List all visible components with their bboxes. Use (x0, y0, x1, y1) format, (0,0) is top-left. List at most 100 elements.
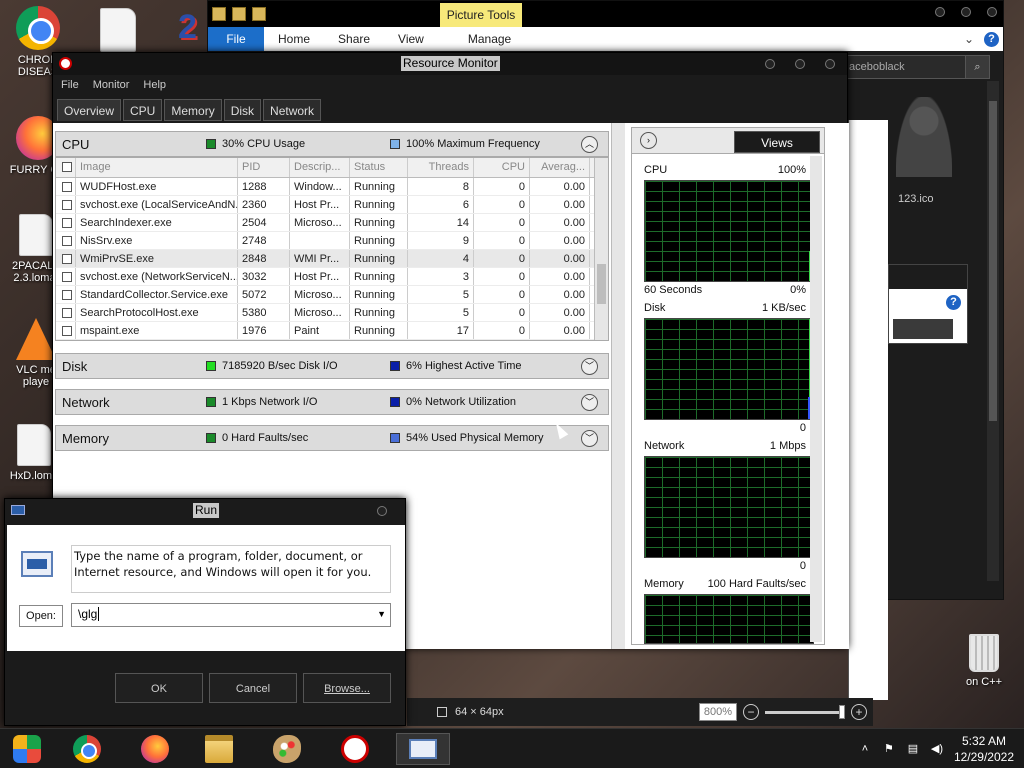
search-icon[interactable]: ⌕ (965, 56, 989, 78)
table-row[interactable]: svchost.exe (LocalServiceAndN... 2360 Host… (56, 196, 608, 214)
app-icon[interactable]: 2 (178, 8, 208, 52)
search-input[interactable]: aceboblack ⌕ (844, 55, 990, 79)
taskbar-run[interactable] (396, 733, 450, 765)
chevron-right-icon[interactable]: › (640, 132, 657, 149)
cell-status: Running (350, 268, 408, 285)
cancel-button[interactable]: Cancel (209, 673, 297, 703)
search-input[interactable] (893, 319, 953, 339)
browse-button[interactable]: Browse... (303, 673, 391, 703)
select-all-checkbox[interactable] (62, 162, 72, 172)
image-thumbnail[interactable] (896, 97, 952, 177)
tab-cpu[interactable]: CPU (123, 99, 163, 121)
chevron-down-icon[interactable]: ﹀ (581, 358, 598, 375)
close-button[interactable] (825, 59, 835, 69)
folder-icon[interactable] (212, 7, 226, 21)
tab-overview[interactable]: Overview (57, 99, 122, 121)
close-button[interactable] (987, 7, 997, 17)
column-average[interactable]: Averag... (530, 158, 590, 177)
chevron-down-icon[interactable]: ⌄ (964, 32, 974, 46)
minimize-button[interactable] (935, 7, 945, 17)
table-row[interactable]: mspaint.exe 1976 Paint Running 17 0 0.00 (56, 322, 608, 340)
row-checkbox[interactable] (62, 326, 72, 336)
window-title: Resource Monitor (401, 56, 500, 71)
cpu-section-header[interactable]: CPU 30% CPU Usage 100% Maximum Frequency… (55, 131, 609, 157)
tab-view[interactable]: View (384, 27, 438, 51)
column-threads[interactable]: Threads (408, 158, 474, 177)
row-checkbox[interactable] (62, 218, 72, 228)
scrollbar-thumb[interactable] (597, 264, 606, 304)
help-icon[interactable]: ? (946, 295, 961, 310)
table-scrollbar[interactable] (594, 158, 608, 340)
column-cpu[interactable]: CPU (474, 158, 530, 177)
scrollbar[interactable] (987, 81, 999, 581)
tab-disk[interactable]: Disk (223, 99, 262, 121)
row-checkbox[interactable] (62, 236, 72, 246)
document-icon[interactable] (100, 8, 136, 52)
taskbar-resource-monitor[interactable] (328, 733, 382, 765)
graphs-scrollbar[interactable] (810, 156, 822, 642)
ok-button[interactable]: OK (115, 673, 203, 703)
column-pid[interactable]: PID (238, 158, 290, 177)
close-button[interactable] (377, 506, 387, 516)
taskbar-paint[interactable] (260, 733, 314, 765)
taskbar-file-explorer[interactable] (192, 733, 246, 765)
minimize-button[interactable] (765, 59, 775, 69)
table-row[interactable]: SearchProtocolHost.exe 5380 Microso... Runn… (56, 304, 608, 322)
scrollbar-thumb[interactable] (989, 101, 997, 421)
tab-manage[interactable]: Manage (454, 27, 525, 51)
open-input[interactable]: \glg ▼ (71, 603, 391, 627)
new-folder-icon[interactable] (252, 7, 266, 21)
zoom-in-button[interactable]: + (851, 704, 867, 720)
views-button[interactable]: Views (734, 131, 820, 153)
dropdown-arrow-icon[interactable]: ▼ (377, 609, 386, 619)
chevron-down-icon[interactable]: ﹀ (581, 394, 598, 411)
tab-file[interactable]: File (208, 27, 264, 51)
tab-memory[interactable]: Memory (164, 99, 222, 121)
pane-scrollbar[interactable] (611, 123, 625, 649)
row-checkbox[interactable] (62, 290, 72, 300)
taskbar-chrome[interactable] (60, 733, 114, 765)
maximize-button[interactable] (795, 59, 805, 69)
table-row[interactable]: SearchIndexer.exe 2504 Microso... Running 14… (56, 214, 608, 232)
zoom-out-button[interactable]: − (743, 704, 759, 720)
row-checkbox[interactable] (62, 272, 72, 282)
tab-share[interactable]: Share (324, 27, 384, 51)
menu-help[interactable]: Help (143, 75, 166, 95)
row-checkbox[interactable] (62, 308, 72, 318)
chevron-up-icon[interactable]: ˄ (858, 742, 872, 756)
disk-section-header[interactable]: Disk 7185920 B/sec Disk I/O 6% Highest A… (55, 353, 609, 379)
help-icon[interactable]: ? (984, 31, 999, 47)
flag-icon[interactable]: ⚑ (882, 742, 896, 756)
network-icon[interactable]: ▤ (906, 742, 920, 756)
legend-swatch (206, 433, 216, 443)
paint-canvas-area[interactable] (848, 120, 888, 700)
volume-icon[interactable]: ◀) (930, 742, 944, 756)
properties-icon[interactable] (232, 7, 246, 21)
menu-monitor[interactable]: Monitor (93, 75, 130, 95)
column-description[interactable]: Descrip... (290, 158, 350, 177)
clock[interactable]: 5:32 AM 12/29/2022 (954, 733, 1014, 765)
maximize-button[interactable] (961, 7, 971, 17)
column-image[interactable]: Image (76, 158, 238, 177)
table-row[interactable]: WmiPrvSE.exe 2848 WMI Pr... Running 4 0 0.00 (56, 250, 608, 268)
network-section-header[interactable]: Network 1 Kbps Network I/O 0% Network Ut… (55, 389, 609, 415)
table-row[interactable]: NisSrv.exe 2748 Running 9 0 0.00 (56, 232, 608, 250)
zoom-slider-thumb[interactable] (839, 704, 845, 719)
row-checkbox[interactable] (62, 182, 72, 192)
row-checkbox[interactable] (62, 200, 72, 210)
row-checkbox[interactable] (62, 254, 72, 264)
chevron-down-icon[interactable]: ﹀ (581, 430, 598, 447)
taskbar-firefox[interactable] (128, 733, 182, 765)
memory-section-header[interactable]: Memory 0 Hard Faults/sec 54% Used Physic… (55, 425, 609, 451)
start-button[interactable] (0, 733, 54, 765)
menu-file[interactable]: File (61, 75, 79, 95)
desktop-icon-recycle[interactable]: on C++ (950, 634, 1018, 688)
table-row[interactable]: WUDFHost.exe 1288 Window... Running 8 0 0.00 (56, 178, 608, 196)
zoom-slider[interactable] (765, 704, 845, 719)
table-row[interactable]: StandardCollector.Service.exe 5072 Microso… (56, 286, 608, 304)
table-row[interactable]: svchost.exe (NetworkServiceN... 3032 Host … (56, 268, 608, 286)
tab-home[interactable]: Home (264, 27, 324, 51)
column-status[interactable]: Status (350, 158, 408, 177)
chevron-up-icon[interactable]: ︿ (581, 136, 598, 153)
tab-network[interactable]: Network (263, 99, 322, 121)
